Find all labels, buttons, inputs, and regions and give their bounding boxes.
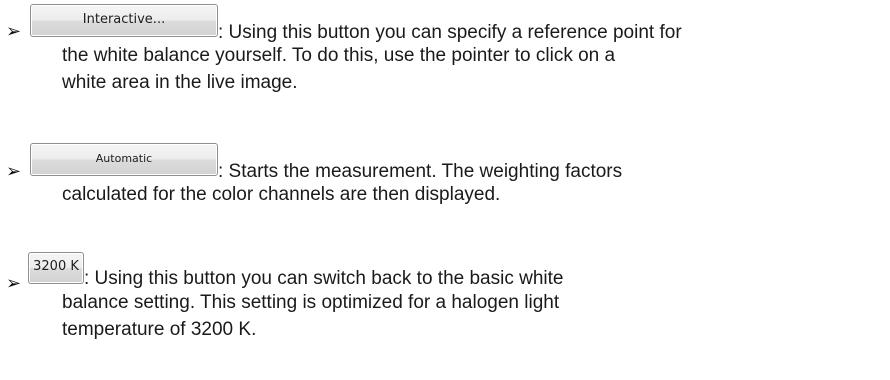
document-page: ➢ Interactive...: Using this button you … [0, 0, 890, 380]
interactive-button[interactable]: Interactive... [30, 4, 218, 37]
interactive-description-line: the white balance yourself. To do this, … [62, 45, 616, 66]
automatic-description-lead: : Starts the measurement. The weighting … [218, 161, 623, 182]
3200k-description-line: temperature of 3200 K. [62, 319, 257, 340]
interactive-description-line: white area in the live image. [62, 72, 298, 93]
3200k-description-line: balance setting. This setting is optimiz… [62, 292, 560, 313]
interactive-description-lead: : Using this button you can specify a re… [218, 22, 682, 43]
3200k-button[interactable]: 3200 K [28, 252, 84, 284]
automatic-description-line: calculated for the color channels are th… [62, 184, 501, 205]
automatic-button[interactable]: Automatic [30, 143, 218, 176]
3200k-description-lead: : Using this button you can switch back … [84, 268, 564, 289]
